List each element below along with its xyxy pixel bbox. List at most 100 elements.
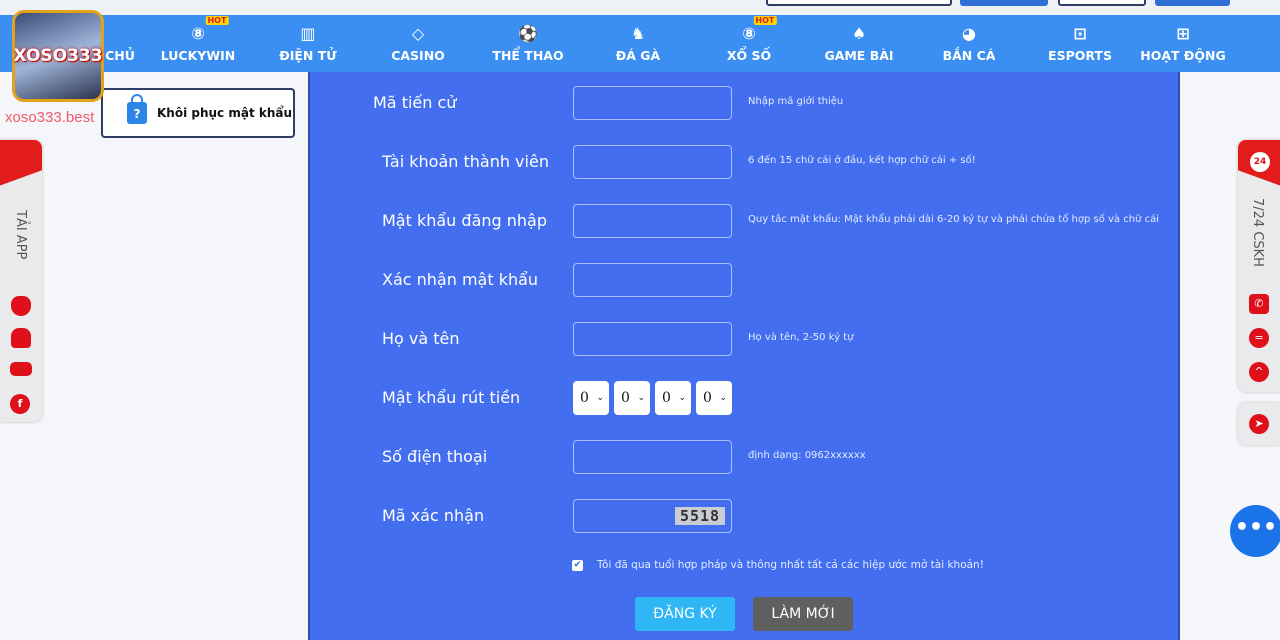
fish-icon: ◕ xyxy=(962,24,976,43)
nav-item-4[interactable]: ⚽ THỂ THAO xyxy=(492,15,563,72)
rooster-icon: ♞ xyxy=(630,24,646,43)
facebook-icon[interactable]: f xyxy=(10,394,30,414)
nav-item-10[interactable]: ⊞ HOẠT ĐỘNG xyxy=(1140,15,1225,72)
withdraw-pin-select[interactable]: 0 ⌄ xyxy=(655,381,691,415)
soccer-ball-icon: ⚽ xyxy=(518,24,538,43)
nav-label: ĐIỆN TỬ xyxy=(279,48,337,63)
chat-button[interactable]: ••• xyxy=(1230,505,1280,557)
form-row: Mã xác nhận 5518 xyxy=(310,499,1178,533)
agree-checkbox[interactable]: ✔ xyxy=(572,559,583,571)
withdraw-pin-select[interactable]: 0 ⌄ xyxy=(696,381,732,415)
download-app-sidebar: TẢI APP f xyxy=(0,140,42,422)
nav-label: THỂ THAO xyxy=(492,48,564,63)
login-button[interactable] xyxy=(960,0,1048,6)
message-icon[interactable]: = xyxy=(1249,328,1269,348)
captcha-image[interactable]: 5518 xyxy=(675,507,725,525)
register-top-button[interactable] xyxy=(1155,0,1230,6)
chevron-down-icon: ⌄ xyxy=(637,393,645,403)
top-bar xyxy=(0,0,1280,15)
qr-phone-icon[interactable] xyxy=(0,140,42,200)
form-input[interactable]: 5518 xyxy=(573,499,732,533)
nav-item-0[interactable]: CHỦ xyxy=(105,15,135,72)
form-row: Mật khẩu đăng nhập Quy tắc mật khẩu: Mật … xyxy=(310,204,1178,238)
lottery-ball-icon: ⑧ xyxy=(742,24,756,43)
apple-icon[interactable] xyxy=(11,296,31,316)
field-hint: 6 đến 15 chữ cái ở đầu, kết hợp chữ cái … xyxy=(748,155,976,166)
site-name: xoso333.best xyxy=(5,109,95,126)
field-label: Tài khoản thành viên xyxy=(382,152,549,171)
phone-icon[interactable]: ✆ xyxy=(1249,294,1269,314)
chevron-down-icon: ⌄ xyxy=(678,393,686,403)
field-hint: Quy tắc mật khẩu: Mật khẩu phải dài 6-20… xyxy=(748,214,1159,225)
telegram-widget: ➤ xyxy=(1238,403,1280,445)
form-input[interactable] xyxy=(573,86,732,120)
nav-label: XỔ SỐ xyxy=(726,48,772,63)
nav-item-2[interactable]: ▥ ĐIỆN TỬ xyxy=(279,15,336,72)
support-label[interactable]: 7/24 CSKH xyxy=(1250,198,1265,267)
field-label: Số điện thoại xyxy=(382,447,488,466)
nav-item-8[interactable]: ◕ BẮN CÁ xyxy=(943,15,996,72)
agree-terms[interactable]: ✔ Tôi đã qua tuổi hợp pháp và thông nhất … xyxy=(572,559,984,571)
cards-icon: ♠ xyxy=(851,24,867,43)
withdraw-pin-select[interactable]: 0 ⌄ xyxy=(614,381,650,415)
telegram-icon[interactable]: ➤ xyxy=(1249,414,1269,434)
form-row: Xác nhận mật khẩu xyxy=(310,263,1178,297)
slot-machine-icon: ▥ xyxy=(300,24,316,43)
site-logo[interactable]: XOSO333 xyxy=(12,10,104,102)
nav-item-6[interactable]: ⑧ XỔ SỐ HOT xyxy=(726,15,777,72)
top-button[interactable] xyxy=(1058,0,1146,6)
nav-item-1[interactable]: ⑧ LUCKYWIN HOT xyxy=(161,15,235,72)
agree-text: Tôi đã qua tuổi hợp pháp và thông nhất t… xyxy=(597,559,984,571)
gamepad-icon[interactable] xyxy=(10,362,32,376)
form-row: Số điện thoại định dạng: 0962xxxxxx xyxy=(310,440,1178,474)
form-input[interactable] xyxy=(573,322,732,356)
nav-label: LUCKYWIN xyxy=(160,48,236,63)
nav-item-9[interactable]: ⊡ ESPORTS xyxy=(1048,15,1112,72)
gamepad-icon: ⊡ xyxy=(1073,24,1087,43)
form-row: Tài khoản thành viên 6 đến 15 chữ cái ở đ… xyxy=(310,145,1178,179)
hot-badge: HOT xyxy=(753,16,777,25)
pin-value: 0 xyxy=(703,390,712,406)
form-row: Họ và tên Họ và tên, 2-50 ký tự xyxy=(310,322,1178,356)
support-24-badge: 24 xyxy=(1250,152,1270,172)
recover-password-button[interactable]: ? Khôi phục mật khẩu xyxy=(101,88,295,138)
registration-form: ✔ Tôi đã qua tuổi hợp pháp và thông nhất … xyxy=(308,72,1180,640)
field-hint: Nhập mã giới thiệu xyxy=(748,96,844,107)
register-button[interactable]: ĐĂNG KÝ xyxy=(635,597,735,631)
nav-item-7[interactable]: ♠ GAME BÀI xyxy=(824,15,893,72)
nav-label: CHỦ xyxy=(105,48,135,63)
field-label: Mật khẩu rút tiền xyxy=(382,388,521,407)
lock-icon: ? xyxy=(127,94,147,124)
nav-label: HOẠT ĐỘNG xyxy=(1140,48,1226,63)
chevron-down-icon: ⌄ xyxy=(596,393,604,403)
form-row: Mã tiến cử Nhập mã giới thiệu xyxy=(310,86,1178,120)
support-24-icon[interactable]: 24 xyxy=(1238,140,1280,200)
form-input[interactable] xyxy=(573,204,732,238)
gift-icon: ⊞ xyxy=(1176,24,1190,43)
field-label: Mật khẩu đăng nhập xyxy=(382,211,547,230)
download-app-label[interactable]: TẢI APP xyxy=(13,210,28,259)
android-icon[interactable] xyxy=(11,328,31,348)
logo-text: XOSO333 xyxy=(13,46,103,66)
pin-value: 0 xyxy=(580,390,589,406)
reset-button[interactable]: LÀM MỚI xyxy=(753,597,853,631)
nav-item-5[interactable]: ♞ ĐÁ GÀ xyxy=(616,15,660,72)
login-field[interactable] xyxy=(766,0,952,6)
form-input[interactable] xyxy=(573,263,732,297)
nav-label: ESPORTS xyxy=(1048,48,1112,63)
chevron-down-icon: ⌄ xyxy=(719,393,727,403)
hot-badge: HOT xyxy=(205,16,229,25)
field-label: Mã xác nhận xyxy=(382,506,485,525)
nav-label: CASINO xyxy=(391,48,445,63)
field-hint: Họ và tên, 2-50 ký tự xyxy=(748,332,854,343)
field-hint: định dạng: 0962xxxxxx xyxy=(748,450,866,461)
nav-item-3[interactable]: ◇ CASINO xyxy=(391,15,445,72)
form-input[interactable] xyxy=(573,440,732,474)
withdraw-pin-select[interactable]: 0 ⌄ xyxy=(573,381,609,415)
field-label: Họ và tên xyxy=(382,329,460,348)
nav-label: ĐÁ GÀ xyxy=(615,48,661,63)
field-label: Mã tiến cử xyxy=(373,93,457,112)
chevron-up-icon[interactable]: ^ xyxy=(1249,362,1269,382)
home-icon xyxy=(105,23,135,45)
form-input[interactable] xyxy=(573,145,732,179)
